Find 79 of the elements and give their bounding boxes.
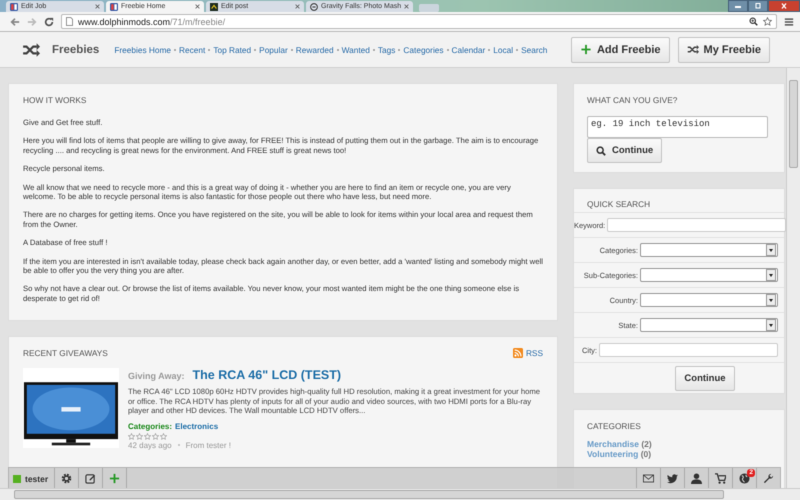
panel-heading: CATEGORIES [587,421,642,431]
rss-link[interactable]: RSS [512,348,543,358]
star-icon[interactable] [128,432,135,440]
nav-link[interactable]: Freebies Home [114,44,172,54]
star-icon[interactable] [763,17,772,26]
dropdown-field[interactable] [640,243,778,257]
menu-icon[interactable] [784,16,794,26]
nav-link[interactable]: Top Rated [213,44,252,54]
nav-link[interactable]: Categories [403,44,444,54]
edit-icon[interactable] [85,473,96,484]
star-rating[interactable] [128,432,167,440]
mail-icon[interactable] [643,473,654,484]
address-field[interactable]: www.dolphinmods.com/71/m/freebie/ [61,14,777,29]
close-icon[interactable] [404,4,410,9]
shuffle-icon [686,44,699,55]
give-field[interactable]: eg. 19 inch television [587,116,768,138]
text-field[interactable] [607,218,786,232]
close-icon [779,3,789,9]
item-owner: From tester ! [186,440,231,450]
nav-link[interactable]: Popular [259,44,288,54]
page-icon [210,2,218,10]
continue-button[interactable]: Continue [675,366,735,390]
category-item[interactable]: Merchandise (2) [587,439,652,449]
header-button[interactable]: Add Freebie [570,36,670,62]
page-icon [310,2,318,10]
minimize-icon [733,3,743,9]
globe-icon[interactable] [739,473,750,484]
header-button[interactable]: My Freebie [678,36,770,62]
person-icon[interactable] [691,473,702,484]
page-icon [66,17,73,26]
search-icon [596,146,606,156]
nav-link[interactable]: Calendar [452,44,486,54]
nav-link[interactable]: Local [493,44,514,54]
nav-link[interactable]: Recent [179,44,206,54]
rss-icon [512,348,523,358]
reload-icon[interactable] [44,16,54,26]
site-logo-text[interactable]: Freebies [52,44,100,56]
close-button[interactable] [768,0,800,12]
star-icon[interactable] [152,432,159,440]
plus-icon [109,473,120,484]
panel-heading: QUICK SEARCH [586,199,652,211]
url-text: www.dolphinmods.com/71/m/freebie/ [78,16,226,26]
category-link[interactable]: Electronics [175,422,218,431]
plus-icon [580,44,592,55]
close-icon[interactable] [195,4,200,9]
maximize-button[interactable] [748,0,768,12]
nav-link[interactable]: Search [521,44,548,54]
star-icon[interactable] [144,432,151,440]
nav-link[interactable]: Tags [378,44,396,54]
horizontal-scrollbar[interactable] [0,488,800,500]
shuffle-icon [22,42,40,56]
star-icon[interactable] [160,432,167,440]
item-age: 42 days ago [128,440,172,450]
gear-icon[interactable] [61,473,72,484]
close-icon[interactable] [95,4,100,9]
item-label: Giving Away: [128,371,185,381]
text-field[interactable] [599,343,778,357]
panel-heading: RECENT GIVEAWAYS [23,348,108,358]
cart-icon[interactable] [715,473,726,484]
continue-button[interactable]: Continue [587,138,662,163]
star-icon[interactable] [136,432,143,440]
minimize-button[interactable] [728,0,748,12]
nav-link[interactable]: Rewarded [296,44,334,54]
category-label: Categories: [128,422,172,431]
dropdown-field[interactable] [640,318,778,332]
dropdown-field[interactable] [640,268,778,282]
back-icon[interactable] [10,16,20,26]
category-item[interactable]: Volunteering (0) [587,449,652,459]
maximize-icon [753,3,763,9]
wrench-icon[interactable] [763,473,774,484]
vertical-scrollbar[interactable] [786,68,800,488]
panel-heading: WHAT CAN YOU GIVE? [587,95,678,105]
close-icon[interactable] [295,4,300,9]
dropdown-field[interactable] [640,293,778,307]
panel-heading: HOW IT WORKS [23,95,88,105]
item-title-link[interactable]: The RCA 46" LCD (TEST) [192,368,342,382]
nav-link[interactable]: Wanted [342,44,370,54]
zoom-icon[interactable] [749,17,758,26]
bird-icon[interactable] [667,473,678,484]
